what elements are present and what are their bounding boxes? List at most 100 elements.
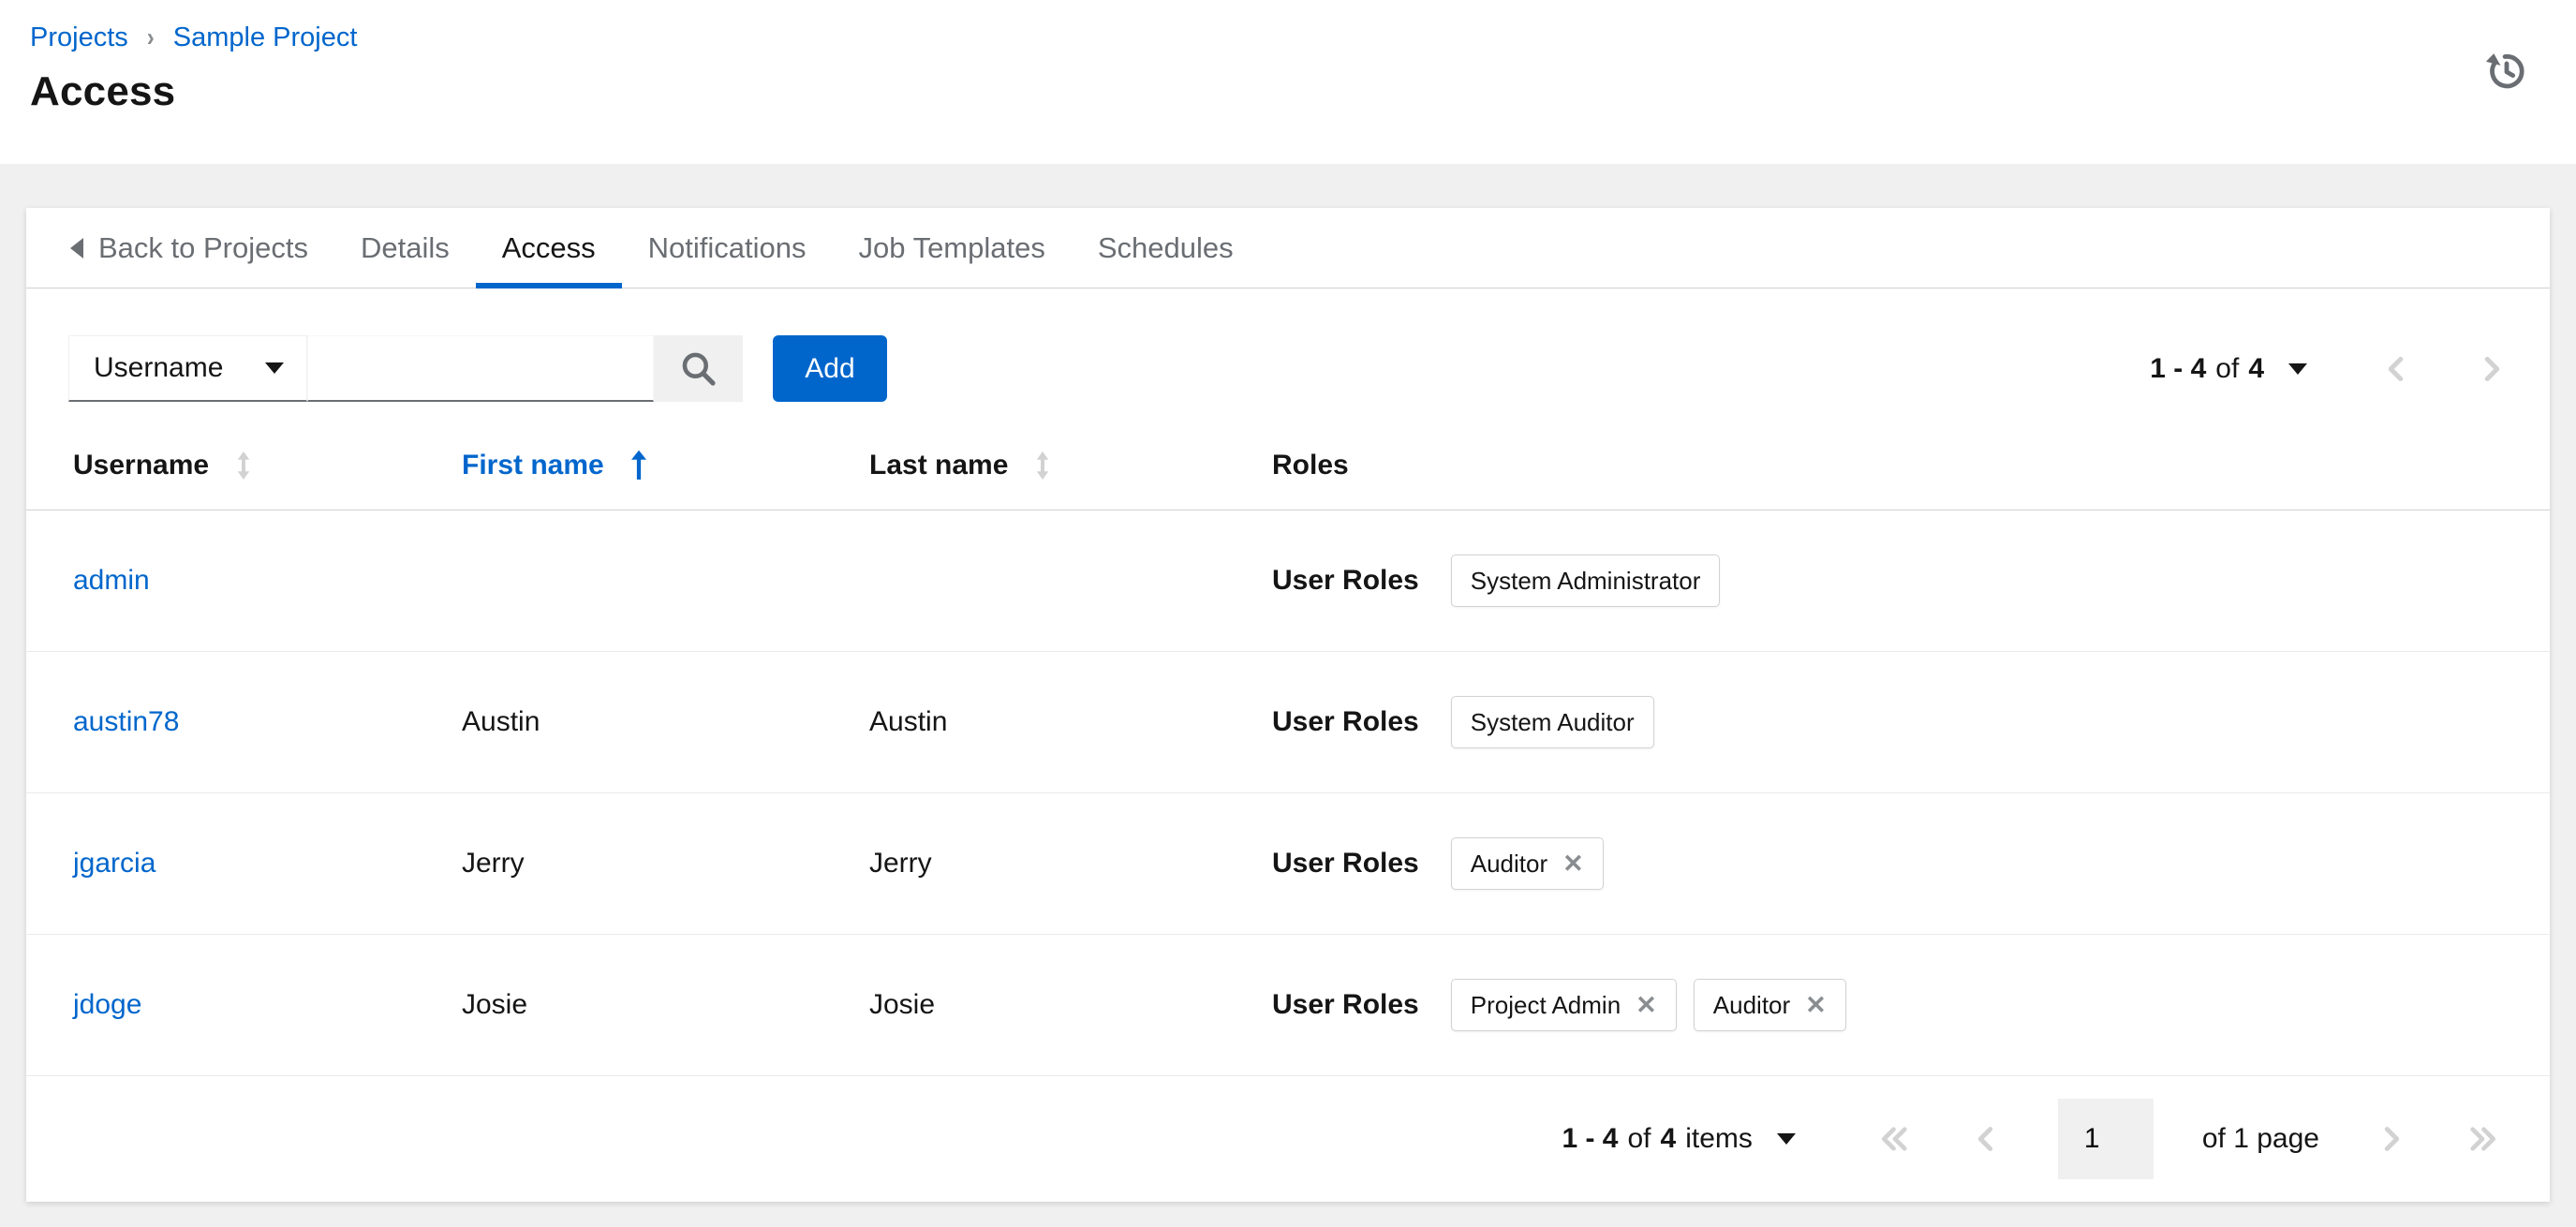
next-page-button[interactable] bbox=[2474, 352, 2508, 386]
user-roles-label: User Roles bbox=[1272, 989, 1419, 1020]
items-per-page-dropdown[interactable]: 1 - 4 of 4 items bbox=[1556, 1122, 1810, 1156]
user-roles-label: User Roles bbox=[1272, 848, 1419, 879]
role-chip: System Auditor bbox=[1450, 696, 1654, 748]
role-chip-label: System Auditor bbox=[1470, 707, 1635, 736]
tab-label: Notifications bbox=[647, 230, 807, 264]
caret-left-icon bbox=[70, 237, 83, 259]
search-icon bbox=[682, 352, 716, 386]
first-name-cell: Austin bbox=[462, 706, 540, 737]
username-cell: jdoge bbox=[73, 989, 462, 1021]
sort-ascending-icon bbox=[630, 450, 646, 480]
items-total: 4 bbox=[1660, 1123, 1677, 1154]
breadcrumb-separator-icon: › bbox=[146, 22, 155, 52]
remove-role-button[interactable]: ✕ bbox=[1636, 992, 1657, 1018]
user-roles-label: User Roles bbox=[1272, 706, 1419, 737]
tab-job-templates[interactable]: Job Templates bbox=[833, 208, 1072, 288]
search-input[interactable] bbox=[307, 335, 654, 402]
page: Projects › Sample Project Access Back to… bbox=[0, 0, 2576, 1227]
tab-back-to-projects[interactable]: Back to Projects bbox=[70, 208, 334, 288]
last-name-cell: Josie bbox=[869, 989, 936, 1020]
tab-label: Schedules bbox=[1097, 230, 1234, 264]
username-cell: jgarcia bbox=[73, 848, 462, 880]
role-chip-label: System Administrator bbox=[1470, 566, 1701, 595]
pagination-total: 4 bbox=[2248, 352, 2264, 384]
sort-both-icon bbox=[1037, 451, 1049, 480]
page-count-label: of 1 page bbox=[2201, 1123, 2319, 1154]
username-link[interactable]: jgarcia bbox=[73, 848, 155, 879]
pagination-range: 1 - 4 bbox=[2150, 352, 2207, 384]
tab-schedules[interactable]: Schedules bbox=[1072, 208, 1260, 288]
last-page-button[interactable] bbox=[2462, 1122, 2503, 1156]
breadcrumb-sample-project-link[interactable]: Sample Project bbox=[173, 22, 358, 53]
sort-both-icon bbox=[237, 451, 250, 480]
role-chip: Project Admin ✕ bbox=[1450, 979, 1677, 1031]
next-page-button[interactable] bbox=[2374, 1122, 2407, 1156]
username-cell: austin78 bbox=[73, 706, 462, 738]
role-chip: System Administrator bbox=[1450, 554, 1721, 607]
role-chip: Auditor ✕ bbox=[1693, 979, 1846, 1031]
column-header-last-name[interactable]: Last name bbox=[869, 449, 1272, 482]
table-row: austin78 Austin Austin User Roles System… bbox=[26, 652, 2550, 793]
previous-page-button[interactable] bbox=[1970, 1122, 2004, 1156]
remove-role-button[interactable]: ✕ bbox=[1805, 992, 1827, 1018]
activity-history-button[interactable] bbox=[2482, 47, 2531, 96]
angle-double-right-icon bbox=[2470, 1127, 2496, 1151]
breadcrumb-projects-link[interactable]: Projects bbox=[30, 22, 128, 53]
chevron-down-icon bbox=[2288, 362, 2307, 375]
angle-double-left-icon bbox=[1881, 1127, 1907, 1151]
chevron-down-icon bbox=[265, 362, 284, 374]
table-row: jgarcia Jerry Jerry User Roles Auditor ✕ bbox=[26, 793, 2550, 935]
role-chip-label: Project Admin bbox=[1470, 990, 1621, 1019]
angle-right-icon bbox=[2484, 356, 2500, 381]
tab-label: Job Templates bbox=[858, 230, 1045, 264]
roles-cell: User Roles System Administrator bbox=[1272, 554, 2550, 607]
remove-role-button[interactable]: ✕ bbox=[1562, 850, 1584, 877]
content-background: Back to Projects Details Access Notifica… bbox=[0, 164, 2576, 1227]
username-link[interactable]: jdoge bbox=[73, 989, 141, 1020]
column-header-username[interactable]: Username bbox=[73, 449, 462, 482]
add-button[interactable]: Add bbox=[773, 335, 887, 402]
search-button[interactable] bbox=[654, 335, 743, 402]
tab-label: Details bbox=[360, 230, 450, 264]
table-row: admin User Roles System Administrator bbox=[26, 510, 2550, 652]
pagination-range-dropdown[interactable]: 1 - 4 of 4 bbox=[2144, 352, 2322, 386]
breadcrumb: Projects › Sample Project bbox=[30, 22, 2576, 53]
username-cell: admin bbox=[73, 565, 462, 597]
filter-key-value: Username bbox=[94, 352, 224, 383]
page-number-input[interactable] bbox=[2057, 1099, 2154, 1179]
column-label: Username bbox=[73, 450, 210, 480]
role-chip-label: Auditor bbox=[1712, 990, 1791, 1019]
first-name-cell: Jerry bbox=[462, 848, 525, 879]
table-header-row: Username First name Last name Roles bbox=[26, 421, 2550, 510]
first-name-cell: Josie bbox=[462, 989, 528, 1020]
column-label: Roles bbox=[1272, 450, 1349, 480]
username-link[interactable]: austin78 bbox=[73, 706, 179, 737]
username-link[interactable]: admin bbox=[73, 565, 150, 596]
tab-bar: Back to Projects Details Access Notifica… bbox=[26, 208, 2550, 288]
roles-cell: User Roles Project Admin ✕ Auditor ✕ bbox=[1272, 979, 2550, 1031]
column-header-roles: Roles bbox=[1272, 450, 2550, 481]
last-name-cell: Jerry bbox=[869, 848, 932, 879]
filter-key-dropdown[interactable]: Username bbox=[68, 335, 307, 402]
access-panel: Back to Projects Details Access Notifica… bbox=[26, 208, 2550, 1202]
prev-page-button[interactable] bbox=[2380, 352, 2414, 386]
items-label: items bbox=[1685, 1123, 1753, 1154]
history-icon bbox=[2485, 53, 2524, 89]
pagination-of-label: of bbox=[2215, 352, 2240, 384]
last-name-cell: Austin bbox=[869, 706, 948, 737]
roles-cell: User Roles Auditor ✕ bbox=[1272, 837, 2550, 890]
first-page-button[interactable] bbox=[1874, 1122, 1916, 1156]
tab-access[interactable]: Access bbox=[475, 208, 622, 288]
column-header-first-name[interactable]: First name bbox=[462, 448, 869, 483]
page-header: Projects › Sample Project Access bbox=[0, 0, 2576, 164]
angle-left-icon bbox=[1977, 1127, 1993, 1151]
angle-right-icon bbox=[2384, 1127, 2400, 1151]
role-chip: Auditor ✕ bbox=[1450, 837, 1604, 890]
angle-left-icon bbox=[2388, 356, 2404, 381]
top-pagination: 1 - 4 of 4 bbox=[2144, 352, 2508, 386]
column-label: First name bbox=[462, 450, 604, 480]
tab-notifications[interactable]: Notifications bbox=[622, 208, 833, 288]
pagination-footer: 1 - 4 of 4 items 1 of 1 page bbox=[26, 1076, 2550, 1202]
tab-details[interactable]: Details bbox=[334, 208, 476, 288]
toolbar: Username Add 1 - 4 of 4 bbox=[26, 288, 2550, 421]
